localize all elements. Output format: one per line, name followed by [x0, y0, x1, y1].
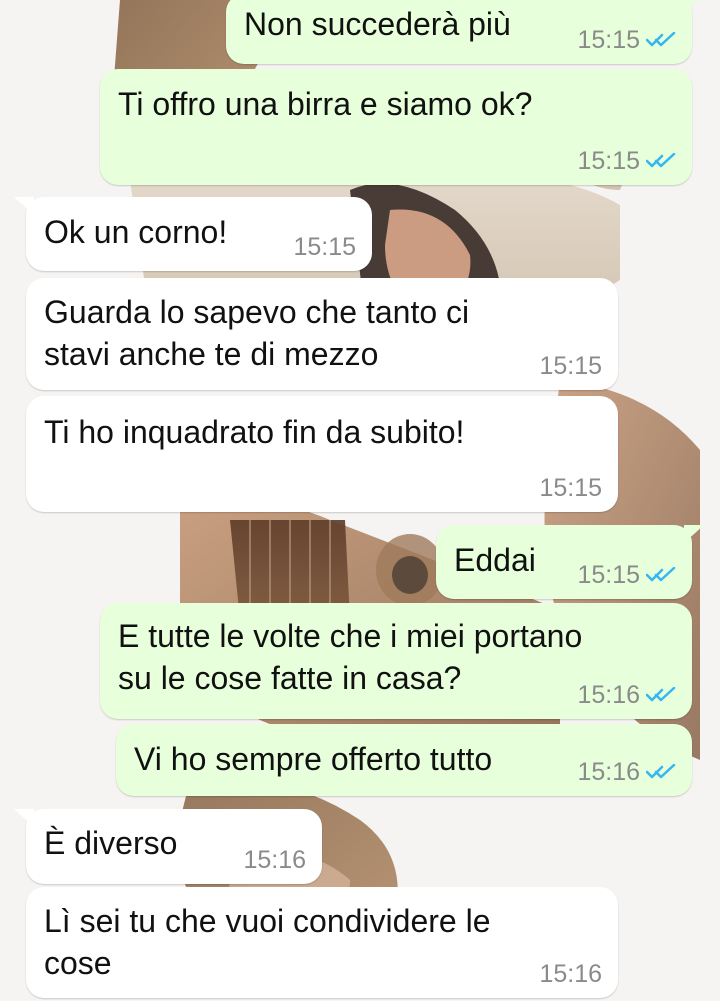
- outgoing-message[interactable]: Non succederà più 15:15: [226, 0, 698, 64]
- message-text: Ti ho inquadrato fin da subito!: [44, 414, 465, 450]
- message-meta: 15:16: [539, 960, 602, 988]
- double-check-icon: [646, 32, 676, 47]
- message-time: 15:16: [539, 960, 602, 988]
- message-time: 15:15: [293, 233, 356, 261]
- incoming-message[interactable]: Ok un corno! 15:15: [14, 197, 372, 271]
- message-text: E tutte le volte che i miei portano su l…: [118, 618, 583, 696]
- message-time: 15:16: [577, 681, 640, 709]
- outgoing-message[interactable]: Ti offro una birra e siamo ok? 15:15: [100, 69, 692, 185]
- double-check-icon: [646, 153, 676, 168]
- message-meta: 15:15: [293, 233, 356, 261]
- bubble-tail-icon: [684, 0, 698, 12]
- message-time: 15:15: [539, 352, 602, 380]
- outgoing-message[interactable]: E tutte le volte che i miei portano su l…: [100, 603, 692, 719]
- message-time: 15:15: [577, 561, 640, 589]
- message-meta: 15:15: [577, 561, 676, 589]
- message-text: Eddai: [454, 542, 536, 578]
- message-time: 15:15: [577, 26, 640, 54]
- outgoing-message[interactable]: Eddai 15:15: [436, 525, 704, 599]
- message-time: 15:15: [539, 474, 602, 502]
- message-meta: 15:15: [577, 147, 676, 175]
- outgoing-message[interactable]: Vi ho sempre offerto tutto 15:16: [116, 724, 692, 796]
- message-text: È diverso: [44, 825, 178, 861]
- message-meta: 15:16: [577, 681, 676, 709]
- incoming-message[interactable]: Ti ho inquadrato fin da subito! 15:15: [26, 396, 618, 512]
- message-meta: 15:15: [577, 26, 676, 54]
- message-time: 15:15: [577, 147, 640, 175]
- incoming-message[interactable]: È diverso 15:16: [14, 809, 322, 884]
- message-time: 15:16: [577, 758, 640, 786]
- incoming-message[interactable]: Guarda lo sapevo che tanto ci stavi anch…: [26, 278, 618, 390]
- incoming-message[interactable]: Lì sei tu che vuoi condividere le cose 1…: [26, 887, 618, 998]
- message-text: Ok un corno!: [44, 214, 228, 250]
- bubble-tail-icon: [14, 809, 34, 827]
- double-check-icon: [646, 764, 676, 779]
- message-meta: 15:16: [577, 758, 676, 786]
- double-check-icon: [646, 567, 676, 582]
- message-text: Vi ho sempre offerto tutto: [134, 741, 493, 777]
- bubble-tail-icon: [14, 197, 34, 215]
- message-text: Lì sei tu che vuoi condividere le cose: [44, 903, 491, 981]
- message-text: Guarda lo sapevo che tanto ci stavi anch…: [44, 294, 470, 372]
- message-meta: 15:15: [539, 474, 602, 502]
- chat-thread: Non succederà più 15:15 Ti offro una bir…: [0, 0, 720, 1001]
- message-time: 15:16: [243, 846, 306, 874]
- message-meta: 15:16: [243, 846, 306, 874]
- bubble-tail-icon: [684, 525, 704, 543]
- message-text: Non succederà più: [244, 6, 511, 42]
- message-meta: 15:15: [539, 352, 602, 380]
- double-check-icon: [646, 687, 676, 702]
- message-text: Ti offro una birra e siamo ok?: [118, 86, 533, 122]
